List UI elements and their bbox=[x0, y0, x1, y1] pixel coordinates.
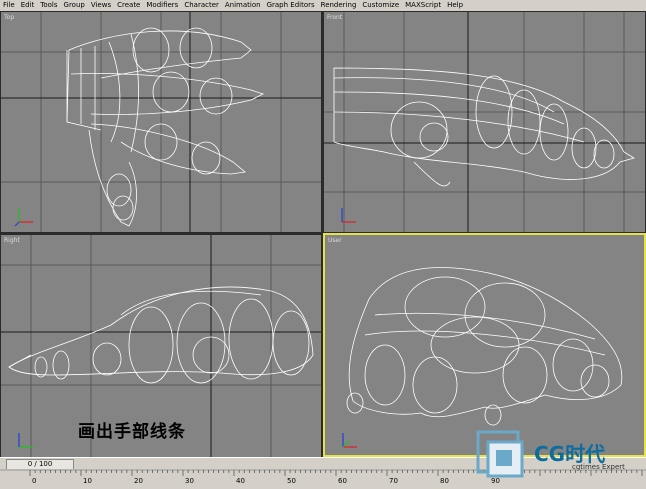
ruler-tick-label: 40 bbox=[236, 477, 245, 485]
viewport-area: Top Front Right User bbox=[0, 11, 646, 457]
ruler-tick-label: 70 bbox=[389, 477, 398, 485]
viewport-label[interactable]: Right bbox=[4, 237, 20, 244]
ruler-tick-label: 20 bbox=[134, 477, 143, 485]
cg-logo: CG时代 cgtimes Expert bbox=[474, 426, 646, 485]
cg-logo-icon bbox=[476, 430, 524, 478]
menu-file[interactable]: File bbox=[0, 0, 18, 11]
menu-graph-editors[interactable]: Graph Editors bbox=[264, 0, 318, 11]
menu-modifiers[interactable]: Modifiers bbox=[143, 0, 181, 11]
menu-group[interactable]: Group bbox=[61, 0, 88, 11]
ruler-tick-label: 80 bbox=[440, 477, 449, 485]
menu-views[interactable]: Views bbox=[88, 0, 114, 11]
menu-help[interactable]: Help bbox=[444, 0, 466, 11]
ruler-tick-label: 10 bbox=[83, 477, 92, 485]
ruler-tick-label: 0 bbox=[32, 477, 36, 485]
menu-create[interactable]: Create bbox=[114, 0, 143, 11]
menu-tools[interactable]: Tools bbox=[37, 0, 60, 11]
viewport-top[interactable]: Top bbox=[1, 12, 321, 232]
logo-subtext: cgtimes Expert bbox=[572, 463, 625, 471]
menu-edit[interactable]: Edit bbox=[18, 0, 38, 11]
wireframe-top bbox=[1, 12, 321, 232]
menu-rendering[interactable]: Rendering bbox=[318, 0, 360, 11]
viewport-label[interactable]: User bbox=[328, 237, 342, 244]
wireframe-front bbox=[324, 12, 645, 232]
ruler-tick-label: 30 bbox=[185, 477, 194, 485]
menu-customize[interactable]: Customize bbox=[359, 0, 402, 11]
viewport-label[interactable]: Front bbox=[327, 14, 342, 21]
overlay-caption: 画出手部线条 bbox=[78, 422, 186, 442]
menu-character[interactable]: Character bbox=[181, 0, 222, 11]
axis-tripod-icon bbox=[342, 433, 357, 448]
menu-maxscript[interactable]: MAXScript bbox=[402, 0, 444, 11]
axis-tripod-icon bbox=[14, 208, 33, 227]
ruler-tick-label: 60 bbox=[338, 477, 347, 485]
ruler-tick-label: 50 bbox=[287, 477, 296, 485]
menu-animation[interactable]: Animation bbox=[222, 0, 264, 11]
viewport-user[interactable]: User bbox=[323, 233, 646, 457]
menu-bar: File Edit Tools Group Views Create Modif… bbox=[0, 0, 646, 11]
wireframe-user bbox=[342, 267, 623, 448]
viewport-label[interactable]: Top bbox=[4, 14, 14, 21]
viewport-front[interactable]: Front bbox=[324, 12, 645, 232]
